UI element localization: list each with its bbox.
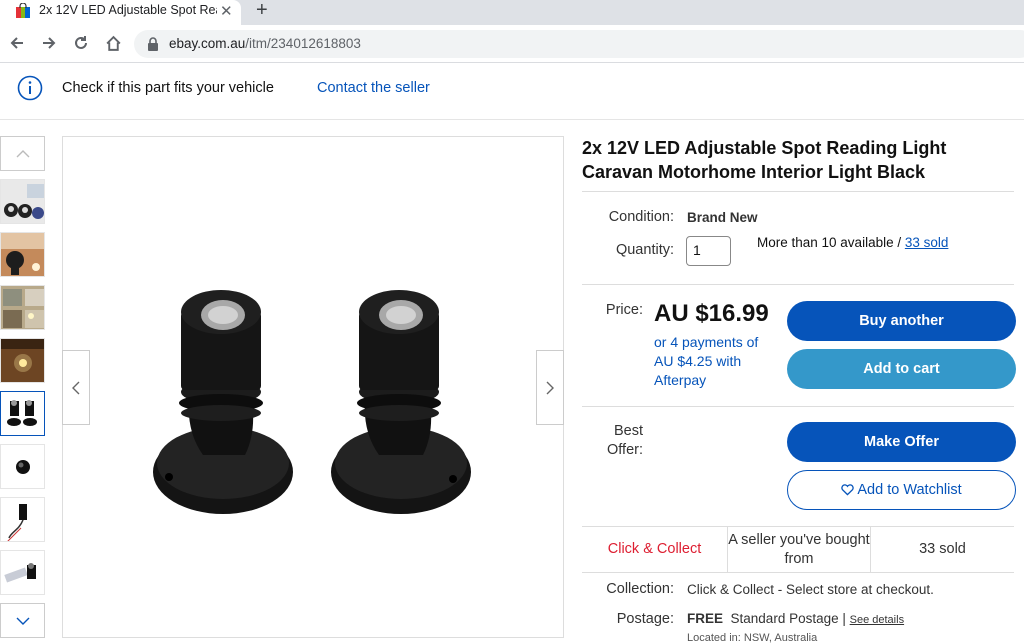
make-offer-button[interactable]: Make Offer xyxy=(787,422,1016,462)
fitment-bar: Check if this part fits your vehicle Con… xyxy=(0,63,1024,120)
address-bar[interactable]: ebay.com.au/itm/234012618803 xyxy=(134,30,1024,58)
next-image-button[interactable] xyxy=(536,350,564,425)
see-details-link[interactable]: See details xyxy=(850,614,904,626)
click-collect-badge: Click & Collect xyxy=(607,541,702,557)
product-title: 2x 12V LED Adjustable Spot Reading Light… xyxy=(582,138,947,182)
buy-another-button[interactable]: Buy another xyxy=(787,301,1016,341)
add-to-cart-button[interactable]: Add to cart xyxy=(787,349,1016,389)
price-value: AU $16.99 xyxy=(654,300,769,327)
chevron-left-icon xyxy=(72,381,80,394)
contact-seller-link[interactable]: Contact the seller xyxy=(317,80,430,96)
item-location: Located in: NSW, Australia xyxy=(687,632,818,644)
postage-value: FREE Standard Postage | See details xyxy=(687,611,905,626)
watchlist-label: Add to Watchlist xyxy=(857,482,962,498)
chevron-down-icon xyxy=(16,617,29,625)
condition-value: Brand New xyxy=(687,210,758,225)
tab-strip: 2x 12V LED Adjustable Spot Reading Light… xyxy=(0,0,1024,25)
thumbnail-5-selected[interactable] xyxy=(0,391,45,436)
forward-icon[interactable] xyxy=(39,33,59,53)
thumbnail-2[interactable] xyxy=(0,232,45,277)
sold-count-link[interactable]: 33 sold xyxy=(905,235,949,250)
price-label: Price: xyxy=(605,302,643,318)
tab-close-icon[interactable]: ✕ xyxy=(220,2,233,20)
info-icon xyxy=(17,75,43,101)
seller-badge: A seller you've bought from xyxy=(727,527,870,572)
sold-badge: 33 sold xyxy=(870,527,1014,572)
availability-text: More than 10 available / 33 sold xyxy=(757,235,949,250)
lock-icon xyxy=(148,37,158,51)
browser-toolbar: ebay.com.au/itm/234012618803 xyxy=(0,25,1024,63)
best-offer-label: Best xyxy=(613,423,643,439)
chevron-up-icon xyxy=(16,149,29,157)
afterpay-link[interactable]: or 4 payments of AU $4.25 with Afterpay xyxy=(654,333,774,390)
postage-label: Postage: xyxy=(616,611,674,627)
condition-label: Condition: xyxy=(608,209,674,225)
thumbnail-8[interactable] xyxy=(0,550,45,595)
postage-free: FREE xyxy=(687,611,724,626)
fitment-text: Check if this part fits your vehicle xyxy=(62,80,274,96)
tab-title: 2x 12V LED Adjustable Spot Reading Light… xyxy=(39,3,217,17)
browser-tab[interactable]: 2x 12V LED Adjustable Spot Reading Light… xyxy=(0,0,241,25)
ebay-favicon-icon xyxy=(16,3,30,18)
thumbnail-6[interactable] xyxy=(0,444,45,489)
collection-label: Collection: xyxy=(606,581,674,597)
thumbnails-down-button[interactable] xyxy=(0,603,45,638)
thumbnail-4[interactable] xyxy=(0,338,45,383)
add-to-watchlist-button[interactable]: Add to Watchlist xyxy=(787,470,1016,510)
reload-icon[interactable] xyxy=(71,33,91,53)
thumbnails-up-button[interactable] xyxy=(0,136,45,171)
home-icon[interactable] xyxy=(103,33,123,53)
divider xyxy=(582,284,1014,285)
chevron-right-icon xyxy=(546,381,554,394)
product-photo xyxy=(153,290,471,514)
collection-value: Click & Collect - Select store at checko… xyxy=(687,582,934,597)
back-icon[interactable] xyxy=(7,33,27,53)
quantity-input[interactable]: 1 xyxy=(686,236,731,266)
best-offer-label-line2: Offer: xyxy=(607,442,643,458)
thumbnail-3[interactable] xyxy=(0,285,45,330)
heart-icon xyxy=(841,484,855,496)
new-tab-button[interactable]: + xyxy=(256,0,268,22)
main-product-image[interactable] xyxy=(62,136,564,638)
url-text: ebay.com.au/itm/234012618803 xyxy=(169,36,361,51)
divider xyxy=(582,406,1014,407)
badges-row: Click & Collect A seller you've bought f… xyxy=(582,526,1014,573)
previous-image-button[interactable] xyxy=(62,350,90,425)
quantity-label: Quantity: xyxy=(615,242,674,258)
divider xyxy=(582,191,1014,192)
thumbnail-7[interactable] xyxy=(0,497,45,542)
thumbnail-1[interactable] xyxy=(0,179,45,224)
